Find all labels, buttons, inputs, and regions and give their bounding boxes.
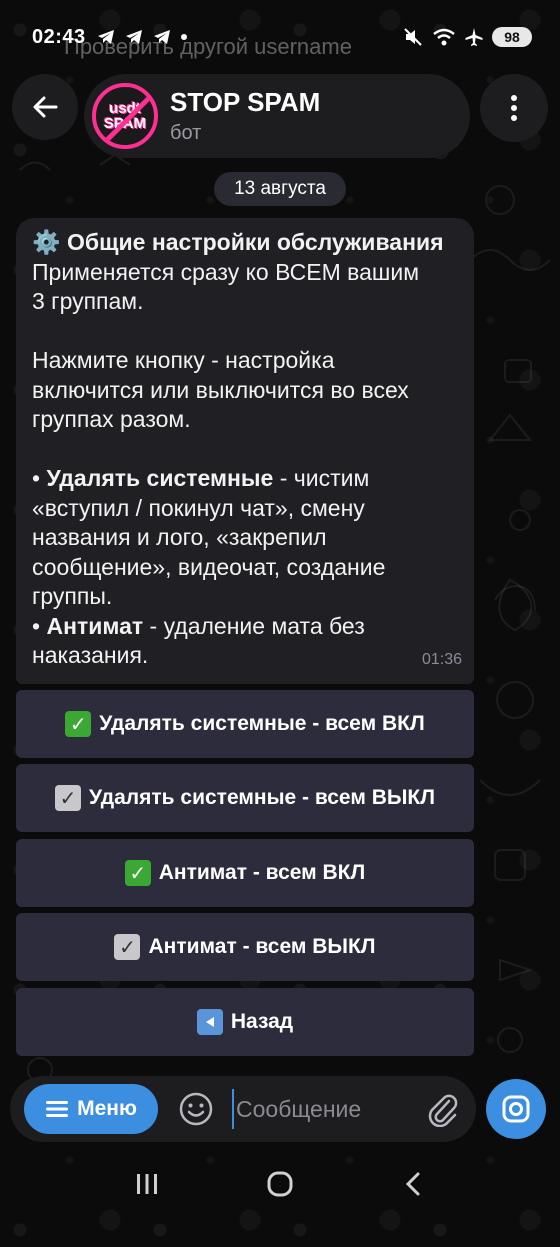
message-text: сообщение», видеочат, создание (32, 553, 386, 580)
green-check-icon: ✓ (124, 860, 151, 886)
button-label: Удалять системные - всем ВЫКЛ (89, 786, 435, 809)
message-text: включится или выключится во всех (32, 376, 409, 403)
message-title: Общие настройки обслуживания (67, 229, 444, 255)
message-time: 01:36 (421, 650, 462, 668)
smiley-icon (179, 1092, 213, 1126)
telegram-icon (153, 30, 170, 44)
bot-menu-label: Меню (77, 1097, 137, 1120)
dot-icon (180, 34, 187, 40)
message-text: Нажмите кнопку - настройка (32, 347, 335, 373)
attach-button[interactable] (422, 1089, 462, 1129)
bullet-text: - удаление мата без (143, 612, 365, 639)
more-options-button[interactable] (480, 74, 548, 142)
grey-check-icon: ✓ (114, 934, 141, 960)
telegram-icon (97, 30, 114, 44)
wifi-icon (433, 28, 455, 46)
button-label: Удалять системные - всем ВКЛ (99, 712, 425, 735)
system-back-button[interactable] (388, 1159, 438, 1209)
button-label: Антимат - всем ВКЛ (158, 861, 366, 884)
message-title-line: ⚙️ Общие настройки обслуживания (32, 228, 458, 258)
message-input-bar: Меню (10, 1076, 476, 1142)
back-button[interactable] (12, 74, 78, 140)
date-chip: 13 августа (214, 172, 346, 206)
bullet-term: Антимат (46, 612, 144, 639)
message-text: группы. (32, 583, 113, 609)
chat-header[interactable]: usdt SPAM STOP SPAM бот (84, 74, 470, 158)
back-arrow-icon (196, 1009, 223, 1035)
back-keyboard-button[interactable]: Назад (16, 988, 474, 1056)
message-bullet: • Удалять системные - чистим (32, 464, 458, 494)
message-text: группах разом. (32, 406, 191, 432)
chevron-left-icon (406, 1172, 420, 1196)
status-bar: 02:43 98 (0, 0, 560, 74)
bot-avatar[interactable]: usdt SPAM (92, 83, 158, 149)
bot-menu-button[interactable]: Меню (24, 1084, 158, 1134)
more-vertical-icon (511, 95, 517, 121)
message-bullet: • Антимат - удаление мата без (32, 612, 458, 642)
status-system-icons: 98 (402, 26, 532, 48)
system-delete-off-button[interactable]: ✓ Удалять системные - всем ВЫКЛ (16, 764, 474, 832)
camera-icon (502, 1095, 530, 1123)
header-text: STOP SPAM бот (170, 87, 320, 145)
message-text: 3 группам. (32, 288, 144, 314)
message-text: «вступил / покинул чат», смену (32, 494, 365, 521)
menu-icon (46, 1101, 69, 1117)
antimat-on-button[interactable]: ✓ Антимат - всем ВКЛ (16, 839, 474, 907)
grey-check-icon: ✓ (55, 785, 82, 811)
button-label: Антимат - всем ВЫКЛ (148, 935, 376, 958)
message-input[interactable] (232, 1089, 402, 1129)
airplane-icon (465, 28, 483, 46)
message-bubble: ⚙️ Общие настройки обслуживания Применяе… (16, 218, 474, 684)
bullet-marker: • (32, 612, 47, 639)
system-navigation-bar (0, 1152, 560, 1216)
emoji-button[interactable] (176, 1089, 216, 1129)
button-label: Назад (230, 1010, 294, 1033)
mute-icon (404, 28, 422, 46)
message-text: Применяется сразу ко ВСЕМ вашим (32, 258, 420, 285)
message-text: наказания. (32, 642, 149, 668)
arrow-left-icon (33, 96, 58, 118)
system-delete-on-button[interactable]: ✓ Удалять системные - всем ВКЛ (16, 690, 474, 758)
camera-button[interactable] (486, 1079, 546, 1139)
bullet-term: Удалять системные (46, 465, 274, 491)
paperclip-icon (428, 1094, 458, 1127)
green-check-icon: ✓ (65, 711, 92, 737)
antimat-off-button[interactable]: ✓ Антимат - всем ВЫКЛ (16, 913, 474, 981)
chat-subtitle: бот (170, 122, 202, 144)
prohibition-slash (96, 88, 154, 145)
home-circle-icon (267, 1171, 293, 1197)
message-text: названия и лого, «закрепил (32, 524, 327, 550)
telegram-icon (125, 30, 142, 44)
battery-indicator: 98 (492, 27, 532, 47)
chat-title: STOP SPAM (170, 87, 321, 117)
status-time: 02:43 (32, 25, 86, 48)
bullet-text: - чистим (273, 465, 370, 491)
status-notification-icons (96, 27, 188, 47)
recent-apps-button[interactable] (122, 1159, 172, 1209)
recent-apps-icon (136, 1174, 157, 1194)
bullet-marker: • (32, 465, 47, 491)
home-button[interactable] (255, 1159, 305, 1209)
gear-icon: ⚙️ (32, 229, 61, 255)
